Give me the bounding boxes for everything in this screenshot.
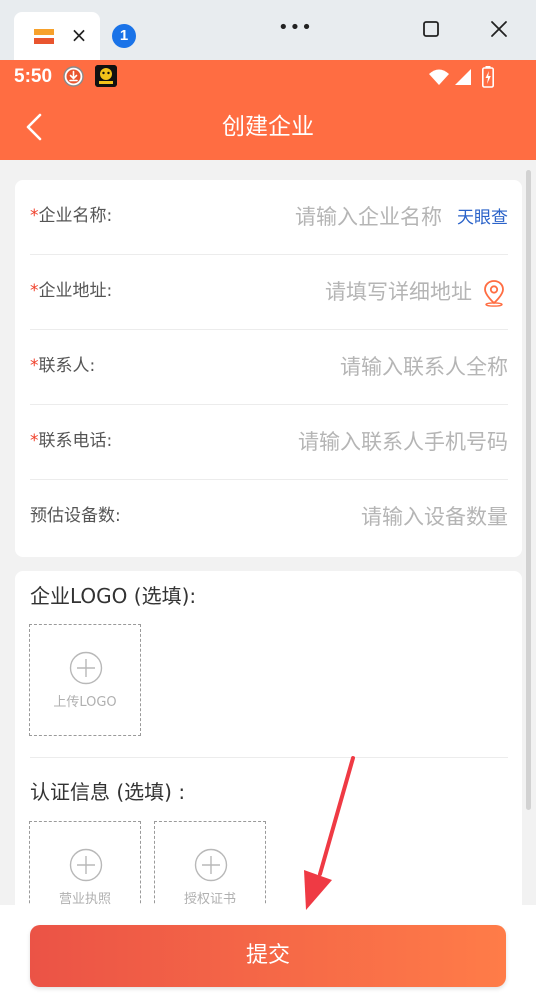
- form-row-enterprise-name[interactable]: *企业名称: 请输入企业名称 天眼查: [30, 180, 508, 255]
- required-mark: *: [30, 281, 39, 301]
- logo-section-title: 企业LOGO (选填):: [30, 584, 197, 608]
- required-mark: *: [30, 206, 39, 226]
- field-label-text: 企业地址:: [38, 281, 113, 301]
- browser-window-chrome: × 1 •••: [0, 0, 536, 60]
- status-time: 5:50: [14, 66, 53, 87]
- chevron-left-icon[interactable]: [18, 110, 52, 144]
- required-mark: *: [30, 356, 39, 376]
- browser-tab[interactable]: ×: [14, 12, 100, 60]
- certification-section-title: 认证信息 (选填) :: [30, 780, 186, 804]
- battery-charging-icon: [482, 66, 494, 88]
- business-license-label: 营业执照: [58, 892, 111, 905]
- authorization-certificate-label: 授权证书: [183, 892, 236, 905]
- bottom-action-bar: 提交: [0, 905, 536, 1005]
- signal-icon: [455, 69, 471, 85]
- tianyancha-link[interactable]: 天眼查: [457, 180, 508, 255]
- status-bar: 5:50: [0, 60, 536, 94]
- enterprise-name-input[interactable]: 请输入企业名称: [295, 180, 442, 255]
- form-row-device-count[interactable]: 预估设备数: 请输入设备数量: [30, 480, 508, 555]
- contact-phone-input[interactable]: 请输入联系人手机号码: [298, 405, 508, 480]
- tab-close-button[interactable]: ×: [70, 22, 88, 48]
- field-label: *企业名称:: [30, 180, 112, 255]
- required-mark: *: [30, 431, 39, 451]
- field-label: *联系人:: [30, 330, 95, 405]
- contact-person-input[interactable]: 请输入联系人全称: [340, 330, 508, 405]
- app-logo-icon: [32, 26, 56, 48]
- more-options-button[interactable]: •••: [278, 14, 312, 42]
- app-header: 创建企业: [0, 94, 536, 160]
- field-label: 预估设备数:: [30, 480, 121, 555]
- plus-circle-icon: [194, 848, 228, 882]
- field-label: *联系电话:: [30, 405, 112, 480]
- page-title: 创建企业: [222, 114, 314, 140]
- enterprise-info-card: *企业名称: 请输入企业名称 天眼查 *企业地址: 请填写详细地址 *联系人: …: [15, 180, 522, 557]
- form-row-enterprise-address[interactable]: *企业地址: 请填写详细地址: [30, 255, 508, 330]
- download-icon: [63, 66, 84, 87]
- device-count-input[interactable]: 请输入设备数量: [361, 480, 508, 555]
- form-row-contact-phone[interactable]: *联系电话: 请输入联系人手机号码: [30, 405, 508, 480]
- field-label: *企业地址:: [30, 255, 112, 330]
- section-divider: [30, 757, 508, 758]
- upload-card: 企业LOGO (选填): 上传LOGO 认证信息 (选填) : 营业执照 授权证…: [15, 571, 522, 905]
- wifi-icon: [429, 69, 449, 85]
- plus-circle-icon: [69, 848, 103, 882]
- form-content[interactable]: *企业名称: 请输入企业名称 天眼查 *企业地址: 请填写详细地址 *联系人: …: [0, 160, 536, 905]
- field-label-text: 联系人:: [38, 356, 96, 376]
- window-close-icon[interactable]: [486, 16, 512, 42]
- field-label-text: 联系电话:: [38, 431, 113, 451]
- submit-button[interactable]: 提交: [30, 925, 506, 987]
- maximize-icon[interactable]: [420, 18, 442, 40]
- upload-logo-label: 上传LOGO: [53, 695, 117, 710]
- enterprise-address-input[interactable]: 请填写详细地址: [325, 255, 472, 330]
- field-label-text: 企业名称:: [38, 206, 113, 226]
- form-row-contact-person[interactable]: *联系人: 请输入联系人全称: [30, 330, 508, 405]
- app-notification-icon: [95, 65, 117, 87]
- field-label-text: 预估设备数:: [30, 506, 121, 526]
- upload-logo-button[interactable]: 上传LOGO: [29, 624, 141, 736]
- location-pin-icon[interactable]: [482, 279, 506, 307]
- plus-circle-icon: [69, 651, 103, 685]
- notification-badge[interactable]: 1: [112, 24, 136, 48]
- upload-business-license-button[interactable]: 营业执照: [29, 821, 141, 905]
- scrollbar[interactable]: [525, 170, 532, 810]
- scrollbar-thumb[interactable]: [526, 170, 531, 810]
- upload-authorization-certificate-button[interactable]: 授权证书: [154, 821, 266, 905]
